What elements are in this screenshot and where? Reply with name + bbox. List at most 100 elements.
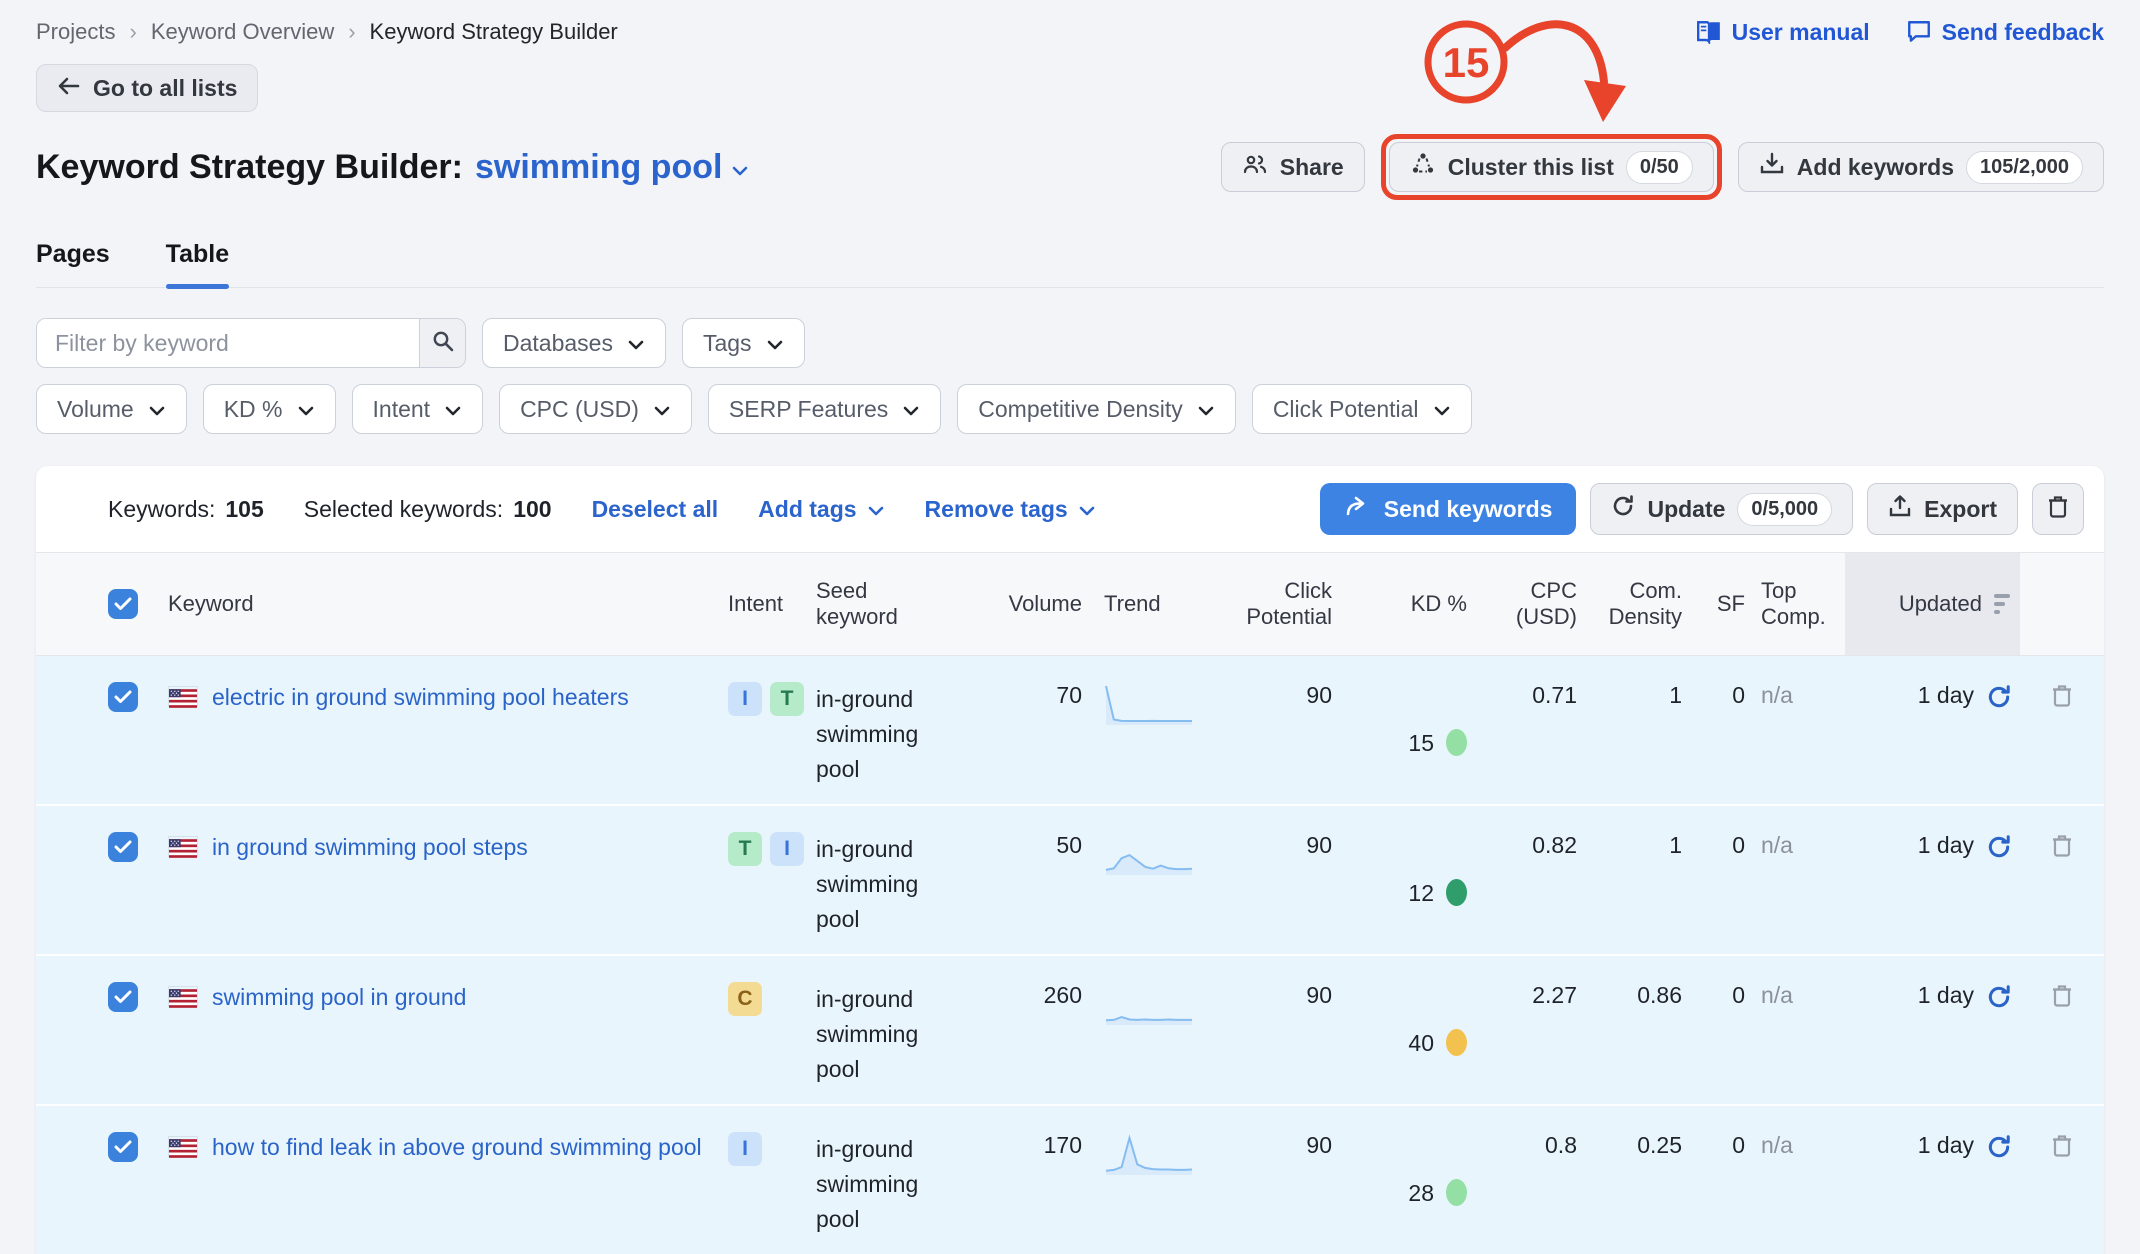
col-header-com-density[interactable]: Com. Density: [1577, 553, 1682, 655]
row-refresh-icon[interactable]: [1986, 834, 2012, 866]
filter-dropdown-volume[interactable]: Volume: [36, 384, 187, 434]
send-keywords-label: Send keywords: [1384, 496, 1553, 523]
cpc-value: 0.82: [1467, 806, 1577, 954]
chevron-down-icon: [1433, 396, 1451, 423]
toolbar-right-actions: Send keywords Update 0/5,000 Export: [1320, 483, 2084, 535]
com-density-value: 0.86: [1577, 956, 1682, 1104]
update-count-badge: 0/5,000: [1737, 493, 1832, 526]
share-people-icon: [1242, 152, 1268, 182]
keywords-total: Keywords:105: [108, 496, 264, 523]
keyword-filter: [36, 318, 466, 368]
row-checkbox[interactable]: [108, 1132, 138, 1162]
filter-dropdown-databases[interactable]: Databases: [482, 318, 666, 368]
table-row: in ground swimming pool steps TI in-grou…: [36, 806, 2104, 956]
page-title-prefix: Keyword Strategy Builder:: [36, 148, 463, 187]
kd-dot: [1446, 879, 1467, 906]
updated-cell: 1 day: [1845, 1106, 2020, 1254]
chevron-down-icon: [902, 396, 920, 423]
search-button[interactable]: [419, 319, 465, 367]
chevron-down-icon: [148, 396, 166, 423]
sf-value: 0: [1682, 956, 1745, 1104]
book-icon: [1696, 20, 1722, 44]
kd-value: 15: [1408, 730, 1434, 757]
seed-keyword: in-ground swimming pool: [816, 806, 986, 954]
cluster-count-badge: 0/50: [1626, 151, 1693, 184]
intent-badge-informational: I: [728, 682, 762, 716]
select-all-checkbox[interactable]: [108, 589, 138, 619]
keyword-link[interactable]: swimming pool in ground: [212, 982, 466, 1012]
volume-value: 50: [986, 806, 1082, 954]
add-keywords-label: Add keywords: [1797, 154, 1954, 181]
keyword-link[interactable]: electric in ground swimming pool heaters: [212, 682, 629, 712]
col-header-cpc[interactable]: CPC (USD): [1467, 553, 1577, 655]
keyword-filter-input[interactable]: [37, 319, 419, 367]
filter-dropdown-intent[interactable]: Intent: [352, 384, 484, 434]
deselect-all-link[interactable]: Deselect all: [592, 496, 719, 523]
updated-cell: 1 day: [1845, 956, 2020, 1104]
chevron-down-icon: [444, 396, 462, 423]
volume-value: 70: [986, 656, 1082, 804]
list-name-dropdown[interactable]: swimming pool: [475, 148, 750, 187]
cluster-this-list-button[interactable]: Cluster this list 0/50: [1389, 142, 1714, 192]
delete-selected-button[interactable]: [2032, 483, 2084, 535]
row-refresh-icon[interactable]: [1986, 984, 2012, 1016]
cpc-value: 0.8: [1467, 1106, 1577, 1254]
col-header-seed-keyword[interactable]: Seed keyword: [816, 553, 986, 655]
breadcrumb-item[interactable]: Keyword Overview: [151, 19, 334, 45]
search-icon: [431, 329, 455, 358]
header-links: User manual Send feedback: [1696, 19, 2104, 46]
col-header-trend[interactable]: Trend: [1082, 553, 1212, 655]
kd-value: 28: [1408, 1180, 1434, 1207]
keyword-link[interactable]: in ground swimming pool steps: [212, 832, 528, 862]
filter-dropdown-kd-[interactable]: KD %: [203, 384, 336, 434]
keywords-selected: Selected keywords:100: [304, 496, 552, 523]
download-tray-icon: [1759, 152, 1785, 182]
breadcrumb-item[interactable]: Keyword Strategy Builder: [370, 19, 618, 45]
user-manual-link[interactable]: User manual: [1696, 19, 1870, 46]
tab-table[interactable]: Table: [166, 240, 229, 287]
col-header-click-potential[interactable]: Click Potential: [1212, 553, 1332, 655]
row-delete-button[interactable]: [2020, 1106, 2104, 1254]
row-checkbox[interactable]: [108, 982, 138, 1012]
breadcrumb-item[interactable]: Projects: [36, 19, 115, 45]
add-tags-dropdown[interactable]: Add tags: [758, 496, 884, 523]
row-checkbox[interactable]: [108, 682, 138, 712]
add-keywords-button[interactable]: Add keywords 105/2,000: [1738, 142, 2104, 192]
arrow-left-icon: [57, 75, 81, 102]
row-refresh-icon[interactable]: [1986, 684, 2012, 716]
row-delete-button[interactable]: [2020, 656, 2104, 804]
filter-dropdown-tags[interactable]: Tags: [682, 318, 805, 368]
row-delete-button[interactable]: [2020, 956, 2104, 1104]
col-header-sf[interactable]: SF: [1682, 553, 1745, 655]
col-header-volume[interactable]: Volume: [986, 553, 1082, 655]
send-feedback-link[interactable]: Send feedback: [1906, 19, 2104, 46]
click-potential-value: 90: [1212, 956, 1332, 1104]
keyword-link[interactable]: how to find leak in above ground swimmin…: [212, 1132, 702, 1162]
top-comp-value: n/a: [1745, 1106, 1845, 1254]
com-density-value: 1: [1577, 806, 1682, 954]
row-checkbox[interactable]: [108, 832, 138, 862]
export-button[interactable]: Export: [1867, 483, 2018, 535]
table-toolbar: Keywords:105 Selected keywords:100 Desel…: [36, 466, 2104, 552]
tab-pages[interactable]: Pages: [36, 240, 110, 287]
col-header-keyword[interactable]: Keyword: [168, 553, 728, 655]
top-comp-value: n/a: [1745, 656, 1845, 804]
row-refresh-icon[interactable]: [1986, 1134, 2012, 1166]
filter-dropdown-serp-features[interactable]: SERP Features: [708, 384, 941, 434]
kd-cell: 28: [1332, 1106, 1467, 1254]
com-density-value: 0.25: [1577, 1106, 1682, 1254]
col-header-top-comp[interactable]: Top Comp.: [1745, 553, 1845, 655]
share-button[interactable]: Share: [1221, 142, 1365, 192]
row-delete-button[interactable]: [2020, 806, 2104, 954]
col-header-intent[interactable]: Intent: [728, 553, 816, 655]
send-keywords-button[interactable]: Send keywords: [1320, 483, 1577, 535]
go-to-all-lists-button[interactable]: Go to all lists: [36, 64, 258, 112]
remove-tags-dropdown[interactable]: Remove tags: [925, 496, 1096, 523]
col-header-kd[interactable]: KD %: [1332, 553, 1467, 655]
col-header-updated[interactable]: Updated: [1845, 553, 2020, 655]
filter-dropdown-cpc-usd-[interactable]: CPC (USD): [499, 384, 692, 434]
filter-dropdown-competitive-density[interactable]: Competitive Density: [957, 384, 1236, 434]
intent-badge-informational: I: [728, 1132, 762, 1166]
filter-dropdown-click-potential[interactable]: Click Potential: [1252, 384, 1472, 434]
update-button[interactable]: Update 0/5,000: [1590, 483, 1853, 535]
